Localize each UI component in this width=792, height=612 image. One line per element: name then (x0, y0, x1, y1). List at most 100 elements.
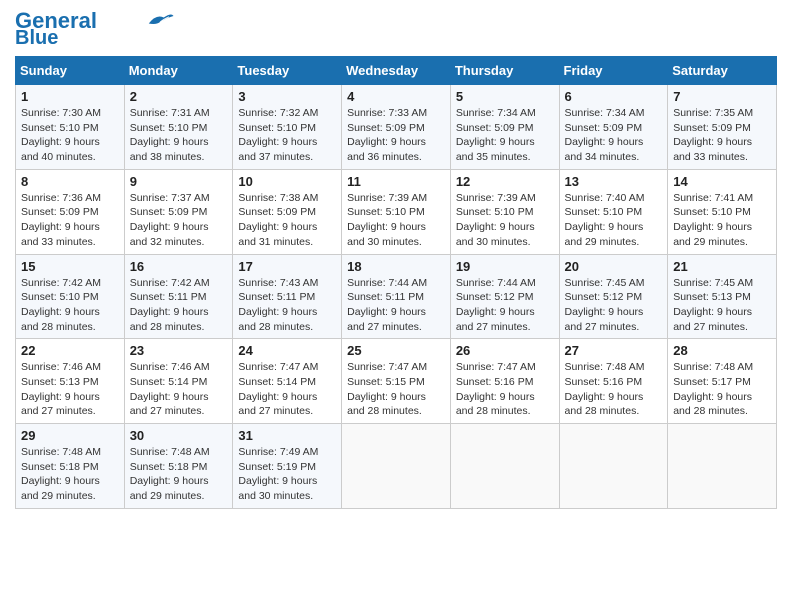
day-number: 8 (21, 174, 119, 189)
calendar-cell: 19 Sunrise: 7:44 AM Sunset: 5:12 PM Dayli… (450, 254, 559, 339)
day-number: 24 (238, 343, 336, 358)
day-info: Sunrise: 7:35 AM Sunset: 5:09 PM Dayligh… (673, 106, 771, 165)
day-number: 20 (565, 259, 663, 274)
day-number: 1 (21, 89, 119, 104)
calendar-cell: 15 Sunrise: 7:42 AM Sunset: 5:10 PM Dayli… (16, 254, 125, 339)
day-info: Sunrise: 7:47 AM Sunset: 5:15 PM Dayligh… (347, 360, 445, 419)
day-info: Sunrise: 7:37 AM Sunset: 5:09 PM Dayligh… (130, 191, 228, 250)
day-number: 16 (130, 259, 228, 274)
day-info: Sunrise: 7:40 AM Sunset: 5:10 PM Dayligh… (565, 191, 663, 250)
calendar-cell: 11 Sunrise: 7:39 AM Sunset: 5:10 PM Dayli… (342, 169, 451, 254)
calendar-cell (342, 424, 451, 509)
day-info: Sunrise: 7:42 AM Sunset: 5:11 PM Dayligh… (130, 276, 228, 335)
day-info: Sunrise: 7:31 AM Sunset: 5:10 PM Dayligh… (130, 106, 228, 165)
calendar-cell (559, 424, 668, 509)
weekday-header-saturday: Saturday (668, 57, 777, 85)
day-number: 14 (673, 174, 771, 189)
weekday-header-thursday: Thursday (450, 57, 559, 85)
day-number: 12 (456, 174, 554, 189)
calendar-table: SundayMondayTuesdayWednesdayThursdayFrid… (15, 56, 777, 509)
day-info: Sunrise: 7:44 AM Sunset: 5:12 PM Dayligh… (456, 276, 554, 335)
weekday-header-wednesday: Wednesday (342, 57, 451, 85)
day-info: Sunrise: 7:48 AM Sunset: 5:16 PM Dayligh… (565, 360, 663, 419)
day-info: Sunrise: 7:48 AM Sunset: 5:18 PM Dayligh… (21, 445, 119, 504)
day-number: 4 (347, 89, 445, 104)
logo-blue-text: Blue (15, 28, 58, 48)
calendar-cell: 24 Sunrise: 7:47 AM Sunset: 5:14 PM Dayli… (233, 339, 342, 424)
calendar-cell: 22Sunrise: 7:46 AM Sunset: 5:13 PM Dayli… (16, 339, 125, 424)
calendar-week-row: 8 Sunrise: 7:36 AM Sunset: 5:09 PM Daylig… (16, 169, 777, 254)
day-info: Sunrise: 7:43 AM Sunset: 5:11 PM Dayligh… (238, 276, 336, 335)
calendar-cell: 29Sunrise: 7:48 AM Sunset: 5:18 PM Dayli… (16, 424, 125, 509)
calendar-cell: 9Sunrise: 7:37 AM Sunset: 5:09 PM Daylig… (124, 169, 233, 254)
day-number: 5 (456, 89, 554, 104)
calendar-week-row: 1 Sunrise: 7:30 AM Sunset: 5:10 PM Daylig… (16, 85, 777, 170)
day-number: 23 (130, 343, 228, 358)
calendar-cell: 20 Sunrise: 7:45 AM Sunset: 5:12 PM Dayli… (559, 254, 668, 339)
day-info: Sunrise: 7:38 AM Sunset: 5:09 PM Dayligh… (238, 191, 336, 250)
calendar-cell: 21 Sunrise: 7:45 AM Sunset: 5:13 PM Dayli… (668, 254, 777, 339)
calendar-cell: 16 Sunrise: 7:42 AM Sunset: 5:11 PM Dayli… (124, 254, 233, 339)
day-number: 26 (456, 343, 554, 358)
day-info: Sunrise: 7:46 AM Sunset: 5:14 PM Dayligh… (130, 360, 228, 419)
weekday-header-friday: Friday (559, 57, 668, 85)
day-number: 11 (347, 174, 445, 189)
calendar-cell: 28Sunrise: 7:48 AM Sunset: 5:17 PM Dayli… (668, 339, 777, 424)
calendar-cell: 2 Sunrise: 7:31 AM Sunset: 5:10 PM Daylig… (124, 85, 233, 170)
calendar-cell: 4Sunrise: 7:33 AM Sunset: 5:09 PM Daylig… (342, 85, 451, 170)
calendar-cell: 14 Sunrise: 7:41 AM Sunset: 5:10 PM Dayli… (668, 169, 777, 254)
day-number: 7 (673, 89, 771, 104)
day-number: 18 (347, 259, 445, 274)
day-number: 6 (565, 89, 663, 104)
calendar-cell: 10 Sunrise: 7:38 AM Sunset: 5:09 PM Dayli… (233, 169, 342, 254)
calendar-cell: 23 Sunrise: 7:46 AM Sunset: 5:14 PM Dayli… (124, 339, 233, 424)
day-info: Sunrise: 7:42 AM Sunset: 5:10 PM Dayligh… (21, 276, 119, 335)
day-info: Sunrise: 7:39 AM Sunset: 5:10 PM Dayligh… (347, 191, 445, 250)
calendar-week-row: 15 Sunrise: 7:42 AM Sunset: 5:10 PM Dayli… (16, 254, 777, 339)
day-info: Sunrise: 7:32 AM Sunset: 5:10 PM Dayligh… (238, 106, 336, 165)
day-info: Sunrise: 7:44 AM Sunset: 5:11 PM Dayligh… (347, 276, 445, 335)
calendar-cell: 18 Sunrise: 7:44 AM Sunset: 5:11 PM Dayli… (342, 254, 451, 339)
day-info: Sunrise: 7:49 AM Sunset: 5:19 PM Dayligh… (238, 445, 336, 504)
day-info: Sunrise: 7:47 AM Sunset: 5:14 PM Dayligh… (238, 360, 336, 419)
calendar-cell (668, 424, 777, 509)
day-info: Sunrise: 7:34 AM Sunset: 5:09 PM Dayligh… (565, 106, 663, 165)
day-number: 3 (238, 89, 336, 104)
day-number: 21 (673, 259, 771, 274)
day-info: Sunrise: 7:34 AM Sunset: 5:09 PM Dayligh… (456, 106, 554, 165)
day-number: 15 (21, 259, 119, 274)
weekday-header-tuesday: Tuesday (233, 57, 342, 85)
day-number: 31 (238, 428, 336, 443)
calendar-header-row: SundayMondayTuesdayWednesdayThursdayFrid… (16, 57, 777, 85)
day-info: Sunrise: 7:45 AM Sunset: 5:12 PM Dayligh… (565, 276, 663, 335)
day-info: Sunrise: 7:39 AM Sunset: 5:10 PM Dayligh… (456, 191, 554, 250)
calendar-week-row: 22Sunrise: 7:46 AM Sunset: 5:13 PM Dayli… (16, 339, 777, 424)
day-number: 17 (238, 259, 336, 274)
day-number: 2 (130, 89, 228, 104)
calendar-cell: 27 Sunrise: 7:48 AM Sunset: 5:16 PM Dayli… (559, 339, 668, 424)
day-number: 10 (238, 174, 336, 189)
day-number: 19 (456, 259, 554, 274)
day-number: 30 (130, 428, 228, 443)
day-info: Sunrise: 7:48 AM Sunset: 5:18 PM Dayligh… (130, 445, 228, 504)
day-info: Sunrise: 7:36 AM Sunset: 5:09 PM Dayligh… (21, 191, 119, 250)
calendar-cell: 6 Sunrise: 7:34 AM Sunset: 5:09 PM Daylig… (559, 85, 668, 170)
calendar-cell: 7 Sunrise: 7:35 AM Sunset: 5:09 PM Daylig… (668, 85, 777, 170)
day-number: 13 (565, 174, 663, 189)
day-info: Sunrise: 7:41 AM Sunset: 5:10 PM Dayligh… (673, 191, 771, 250)
day-number: 27 (565, 343, 663, 358)
day-info: Sunrise: 7:30 AM Sunset: 5:10 PM Dayligh… (21, 106, 119, 165)
calendar-cell: 1 Sunrise: 7:30 AM Sunset: 5:10 PM Daylig… (16, 85, 125, 170)
day-info: Sunrise: 7:45 AM Sunset: 5:13 PM Dayligh… (673, 276, 771, 335)
weekday-header-sunday: Sunday (16, 57, 125, 85)
header: General Blue (15, 10, 777, 48)
logo-bird-icon (145, 10, 175, 28)
calendar-cell: 13 Sunrise: 7:40 AM Sunset: 5:10 PM Dayli… (559, 169, 668, 254)
day-info: Sunrise: 7:46 AM Sunset: 5:13 PM Dayligh… (21, 360, 119, 419)
day-info: Sunrise: 7:47 AM Sunset: 5:16 PM Dayligh… (456, 360, 554, 419)
day-number: 25 (347, 343, 445, 358)
calendar-cell: 3 Sunrise: 7:32 AM Sunset: 5:10 PM Daylig… (233, 85, 342, 170)
calendar-cell: 25 Sunrise: 7:47 AM Sunset: 5:15 PM Dayli… (342, 339, 451, 424)
logo: General Blue (15, 10, 175, 48)
calendar-cell (450, 424, 559, 509)
